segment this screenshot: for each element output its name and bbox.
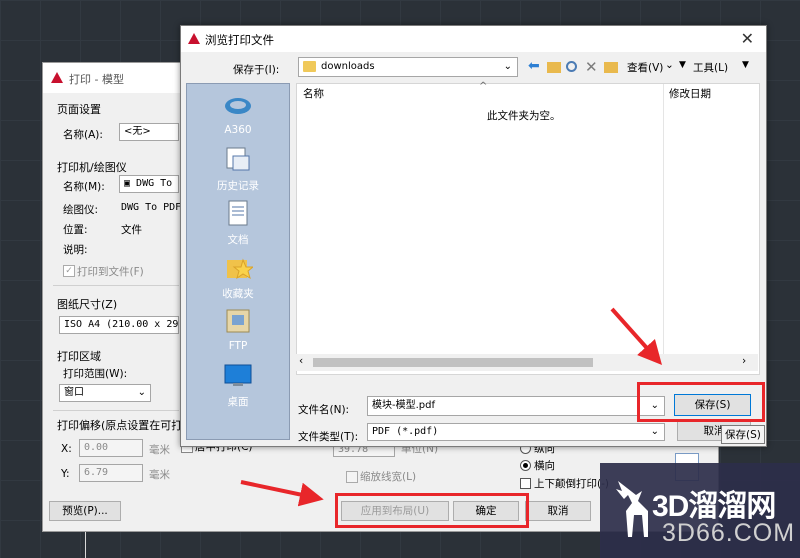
watermark: 3D溜溜网 3D66.COM bbox=[600, 463, 800, 558]
deer-logo-icon bbox=[616, 481, 648, 537]
watermark-domain: 3D66.COM bbox=[662, 519, 796, 547]
arrow-to-ok bbox=[240, 480, 324, 507]
arrow-to-save bbox=[610, 307, 662, 365]
